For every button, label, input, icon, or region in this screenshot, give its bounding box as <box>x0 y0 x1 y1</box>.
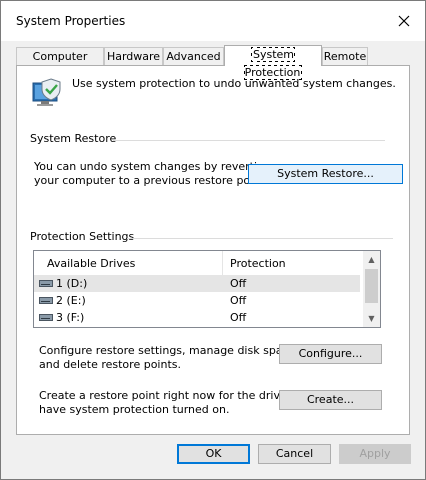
system-protection-panel: Use system protection to undo unwanted s… <box>16 65 410 435</box>
protection-settings-group-label: Protection Settings <box>30 230 135 243</box>
protection-settings-divider <box>127 238 393 239</box>
drives-list-header: Available Drives Protection <box>34 251 360 276</box>
list-item[interactable]: 1 (D:) Off <box>34 275 360 292</box>
system-restore-divider <box>113 140 385 141</box>
title-bar: System Properties <box>1 1 425 41</box>
configure-button[interactable]: Configure... <box>279 344 382 364</box>
drives-list-scrollbar[interactable]: ▲ ▼ <box>363 251 380 327</box>
tab-strip: Computer Name Hardware Advanced System P… <box>16 45 411 81</box>
cancel-button[interactable]: Cancel <box>258 444 331 464</box>
drive-name: 3 (F:) <box>56 311 85 324</box>
drive-icon <box>39 314 53 321</box>
system-restore-group-label: System Restore <box>30 132 117 145</box>
intro-text: Use system protection to undo unwanted s… <box>72 77 396 90</box>
list-item[interactable]: 2 (E:) Off <box>34 292 360 309</box>
scroll-up-icon[interactable]: ▲ <box>363 251 380 268</box>
tab-computer-name[interactable]: Computer Name <box>16 47 104 81</box>
drive-protection-status: Off <box>230 277 247 290</box>
scroll-down-icon[interactable]: ▼ <box>363 310 380 327</box>
drive-icon <box>39 297 53 304</box>
tab-system-protection[interactable]: System Protection <box>224 45 322 80</box>
drive-name: 1 (D:) <box>56 277 88 290</box>
column-available-drives[interactable]: Available Drives <box>47 257 135 270</box>
tab-hardware[interactable]: Hardware <box>104 47 163 65</box>
drive-protection-status: Off <box>230 311 247 324</box>
system-restore-description: You can undo system changes by reverting… <box>34 160 271 187</box>
ok-button[interactable]: OK <box>177 444 250 464</box>
drive-name: 2 (E:) <box>56 294 86 307</box>
tab-remote[interactable]: Remote <box>322 47 368 65</box>
column-separator <box>222 251 223 275</box>
system-properties-window: System Properties Computer Name Hardware… <box>0 0 426 480</box>
configure-description: Configure restore settings, manage disk … <box>39 344 299 371</box>
list-item[interactable]: 3 (F:) Off <box>34 309 360 326</box>
apply-button: Apply <box>339 444 411 464</box>
tab-advanced[interactable]: Advanced <box>163 47 224 65</box>
window-title: System Properties <box>16 14 126 28</box>
scrollbar-thumb[interactable] <box>365 269 378 303</box>
column-protection[interactable]: Protection <box>230 257 286 270</box>
drive-icon <box>39 280 53 287</box>
close-icon <box>398 15 410 27</box>
close-button[interactable] <box>389 8 419 34</box>
create-description: Create a restore point right now for the… <box>39 389 319 416</box>
system-protection-icon <box>32 78 61 106</box>
drive-protection-status: Off <box>230 294 247 307</box>
system-restore-button[interactable]: System Restore... <box>248 164 403 184</box>
create-button[interactable]: Create... <box>279 390 382 410</box>
drives-list[interactable]: Available Drives Protection 1 (D:) Off 2… <box>33 250 381 328</box>
